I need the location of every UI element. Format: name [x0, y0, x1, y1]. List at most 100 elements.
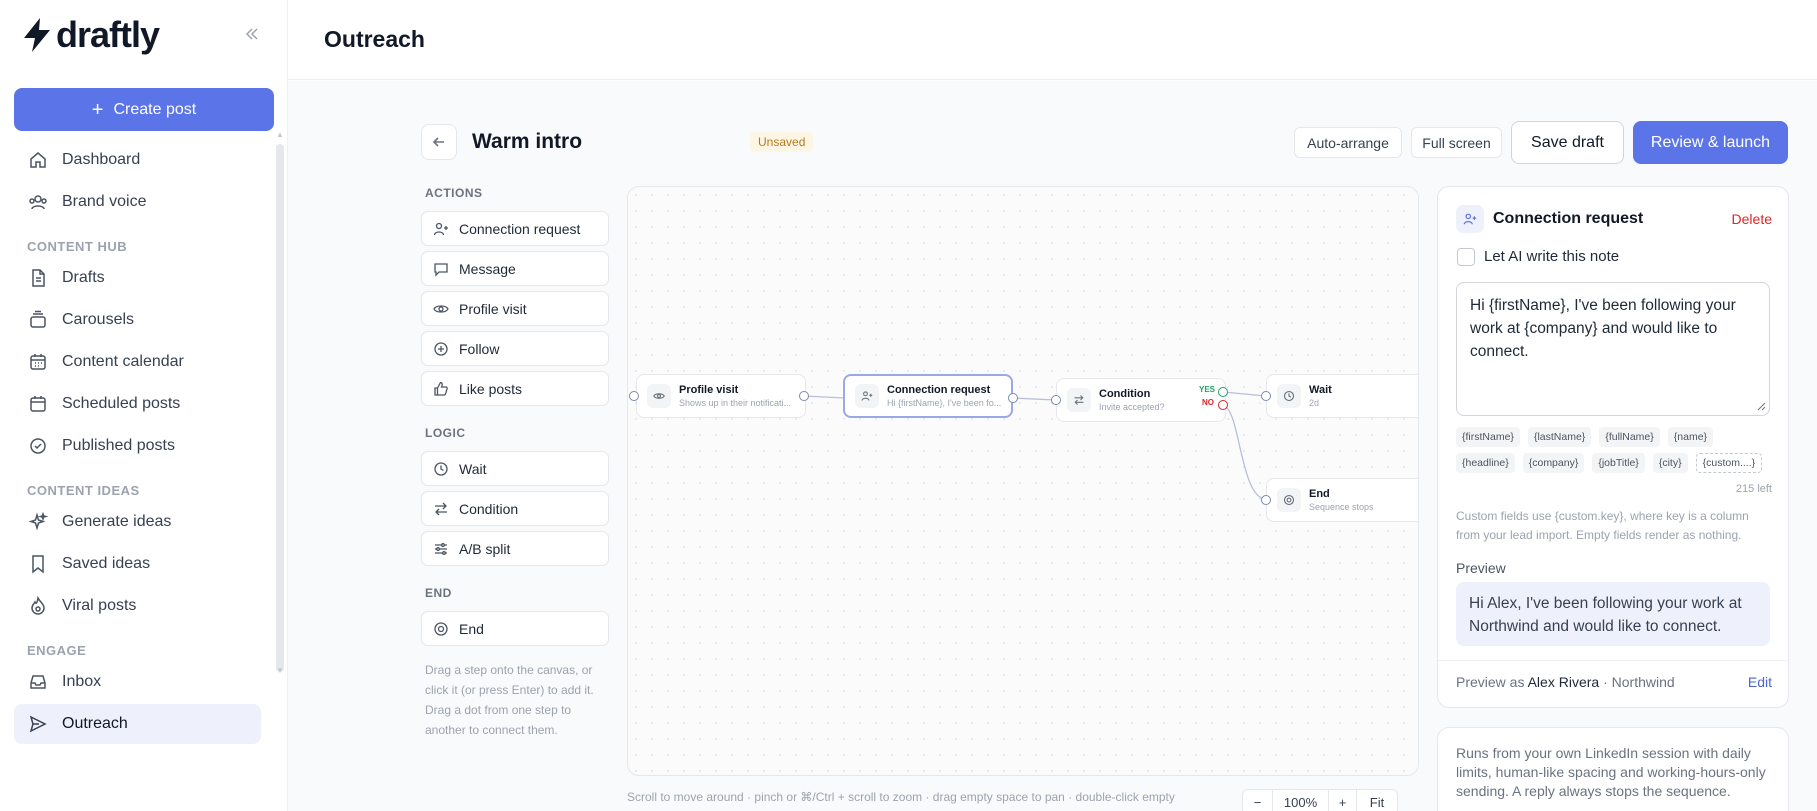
- sidebar-item-viral-posts[interactable]: Viral posts: [14, 586, 274, 626]
- preview-as-prefix: Preview as: [1456, 674, 1525, 690]
- palette-section-end: END: [425, 586, 452, 600]
- token-chip[interactable]: {fullName}: [1599, 427, 1660, 447]
- preview-as-name: Alex Rivera: [1527, 674, 1600, 690]
- node-input-port[interactable]: [1261, 391, 1271, 401]
- palette-connection-request[interactable]: Connection request: [421, 211, 609, 246]
- sequence-name[interactable]: Warm intro: [472, 130, 582, 154]
- node-output-port[interactable]: [799, 391, 809, 401]
- sidebar-item-scheduled-posts[interactable]: Scheduled posts: [14, 384, 274, 424]
- zoom-in-button[interactable]: +: [1329, 790, 1357, 811]
- inbox-icon: [30, 675, 46, 689]
- scroll-down-icon[interactable]: ▼: [276, 666, 284, 675]
- sidebar-item-generate-ideas[interactable]: Generate ideas: [14, 502, 274, 542]
- sidebar-item-saved-ideas[interactable]: Saved ideas: [14, 544, 274, 584]
- delete-step-button[interactable]: Delete: [1732, 211, 1772, 227]
- palette-ab-split[interactable]: A/B split: [421, 531, 609, 566]
- yes-output-port[interactable]: [1218, 387, 1228, 397]
- edit-preview-lead-link[interactable]: Edit: [1748, 674, 1772, 690]
- auto-arrange-button[interactable]: Auto-arrange: [1294, 127, 1402, 158]
- node-wait[interactable]: Wait 2d: [1266, 374, 1418, 418]
- note-textarea[interactable]: Hi {firstName}, I've been following your…: [1456, 282, 1770, 416]
- save-draft-button[interactable]: Save draft: [1511, 121, 1624, 164]
- palette-message[interactable]: Message: [421, 251, 609, 286]
- token-chip[interactable]: {headline}: [1456, 453, 1515, 473]
- sidebar-item-outreach[interactable]: Outreach: [14, 704, 261, 744]
- scrollbar-thumb[interactable]: [276, 144, 284, 672]
- sidebar-item-content-calendar[interactable]: Content calendar: [14, 342, 274, 382]
- zoom-out-button[interactable]: −: [1243, 790, 1273, 811]
- section-engage: ENGAGE: [27, 643, 87, 658]
- zoom-fit-button[interactable]: Fit: [1357, 790, 1397, 811]
- clock-icon: [434, 461, 448, 476]
- users-icon: [29, 195, 47, 210]
- sidebar-scrollbar[interactable]: ▲ ▼: [276, 130, 284, 675]
- token-chip[interactable]: {firstName}: [1456, 427, 1520, 447]
- scroll-up-icon[interactable]: ▲: [276, 130, 284, 139]
- palette-item-label: Condition: [459, 500, 519, 517]
- token-chip[interactable]: {company}: [1522, 453, 1585, 473]
- no-output-port[interactable]: [1218, 400, 1228, 410]
- ai-write-checkbox[interactable]: [1457, 248, 1475, 266]
- node-input-port[interactable]: [1051, 395, 1061, 405]
- unsaved-badge: Unsaved: [750, 132, 814, 152]
- section-content-hub: CONTENT HUB: [27, 239, 128, 254]
- send-icon: [29, 715, 47, 733]
- node-output-port[interactable]: [1008, 393, 1018, 403]
- token-chip-custom[interactable]: {custom....}: [1695, 453, 1763, 473]
- yes-branch-label: YES: [1199, 385, 1216, 394]
- palette-item-label: Message: [459, 260, 516, 277]
- sidebar-item-brand-voice[interactable]: Brand voice: [14, 182, 274, 222]
- token-chip[interactable]: {lastName}: [1527, 427, 1592, 447]
- eye-icon: [647, 384, 671, 408]
- sidebar-item-published-posts[interactable]: Published posts: [14, 426, 274, 466]
- token-chip[interactable]: {name}: [1667, 427, 1714, 447]
- custom-fields-help: Custom fields use {custom.key}, where ke…: [1456, 509, 1749, 542]
- palette-item-label: Wait: [459, 460, 487, 477]
- calendar-icon: [30, 354, 46, 370]
- node-end[interactable]: End Sequence stops: [1266, 478, 1418, 522]
- sidebar-item-label: Carousels: [62, 311, 135, 328]
- back-button[interactable]: [421, 124, 457, 160]
- sidebar-item-drafts[interactable]: Drafts: [14, 258, 274, 298]
- collapse-sidebar-icon[interactable]: [240, 22, 264, 46]
- palette-profile-visit[interactable]: Profile visit: [421, 291, 609, 326]
- brand-logo[interactable]: draftly: [22, 14, 160, 56]
- variable-tokens: {firstName} {lastName} {fullName} {name}…: [1456, 427, 1770, 473]
- ai-write-label[interactable]: Let AI write this note: [1484, 248, 1619, 265]
- palette-follow[interactable]: Follow: [421, 331, 609, 366]
- review-launch-button[interactable]: Review & launch: [1633, 121, 1788, 164]
- node-connection-request[interactable]: Connection request Hi {firstName}, I've …: [843, 374, 1013, 418]
- palette-wait[interactable]: Wait: [421, 451, 609, 486]
- create-post-button[interactable]: + Create post: [14, 88, 274, 131]
- node-subtitle: Sequence stops: [1309, 502, 1374, 512]
- node-subtitle: Invite accepted?: [1099, 402, 1165, 412]
- token-chip[interactable]: {jobTitle}: [1592, 453, 1645, 473]
- full-screen-button[interactable]: Full screen: [1411, 127, 1502, 158]
- sidebar-item-dashboard[interactable]: Dashboard: [14, 140, 274, 180]
- thumbs-up-icon: [434, 381, 448, 396]
- palette-condition[interactable]: Condition: [421, 491, 609, 526]
- step-inspector: Connection request Delete Let AI write t…: [1437, 186, 1789, 708]
- token-chip[interactable]: {city}: [1652, 453, 1688, 473]
- home-icon: [30, 152, 46, 168]
- resize-handle-icon[interactable]: [1756, 401, 1766, 411]
- palette-like-posts[interactable]: Like posts: [421, 371, 609, 406]
- step-palette: ACTIONS Connection request Message Profi…: [421, 186, 609, 740]
- eye-icon: [433, 304, 449, 313]
- top-bar: Outreach: [288, 0, 1817, 80]
- node-input-port[interactable]: [1261, 495, 1271, 505]
- layers-icon: [30, 310, 46, 328]
- zoom-controls: − 100% + Fit: [1242, 789, 1398, 811]
- sidebar-item-inbox[interactable]: Inbox: [14, 662, 274, 702]
- flow-canvas[interactable]: Profile visit Shows up in their notifica…: [627, 186, 1419, 776]
- palette-end[interactable]: End: [421, 611, 609, 646]
- sparkles-icon: [28, 512, 48, 531]
- node-profile-visit[interactable]: Profile visit Shows up in their notifica…: [636, 374, 806, 418]
- sidebar-item-carousels[interactable]: Carousels: [14, 300, 274, 340]
- node-input-port[interactable]: [629, 391, 639, 401]
- inspector-title: Connection request: [1493, 210, 1644, 227]
- divider: [1438, 660, 1788, 661]
- user-plus-icon: [855, 384, 879, 408]
- sidebar-item-label: Saved ideas: [62, 555, 151, 572]
- palette-item-label: Like posts: [459, 380, 523, 397]
